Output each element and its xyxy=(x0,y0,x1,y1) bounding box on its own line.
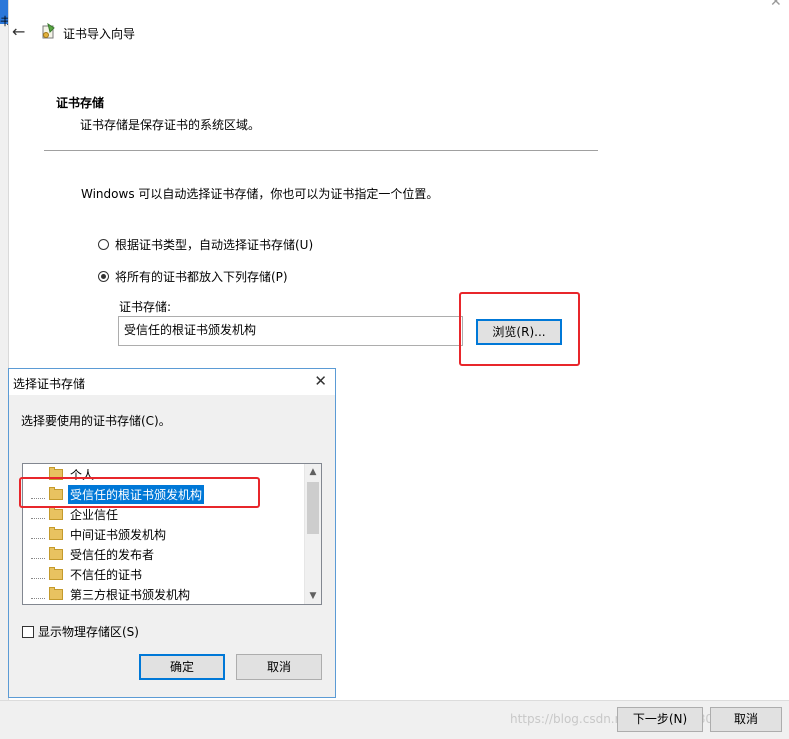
folder-icon xyxy=(49,526,63,540)
tree-connector xyxy=(31,549,45,559)
tree-item-intermediate-ca[interactable]: 中间证书颁发机构 xyxy=(23,524,168,544)
radio-auto-indicator[interactable] xyxy=(98,239,109,250)
folder-icon xyxy=(49,546,63,560)
highlight-box-browse xyxy=(459,292,580,366)
highlight-box-selected-store xyxy=(19,477,260,508)
store-field-label: 证书存储: xyxy=(119,300,172,314)
back-arrow-icon[interactable]: ← xyxy=(12,22,25,41)
folder-icon xyxy=(49,506,63,520)
select-store-dialog: 选择证书存储 ✕ 选择要使用的证书存储(C)。 个人 受信任的根证书颁发机构 企… xyxy=(8,368,336,698)
wizard-cancel-button[interactable]: 取消 xyxy=(710,707,782,732)
background-window-text: 书 xyxy=(0,15,8,28)
tree-item-label: 中间证书颁发机构 xyxy=(70,527,167,542)
show-physical-checkbox[interactable] xyxy=(22,625,34,638)
tree-connector xyxy=(31,509,45,519)
radio-manual-label: 将所有的证书都放入下列存储(P) xyxy=(115,270,288,284)
tree-connector xyxy=(31,569,45,579)
tree-item-label: 第三方根证书颁发机构 xyxy=(70,587,191,602)
show-physical-stores[interactable]: 显示物理存储区(S) xyxy=(22,623,139,640)
certificate-wizard-icon xyxy=(42,22,55,39)
tree-item-label: 受信任的发布者 xyxy=(70,547,155,562)
certificate-store-field[interactable]: 受信任的根证书颁发机构 xyxy=(118,316,463,346)
scroll-up-icon[interactable]: ▲ xyxy=(305,464,321,480)
wizard-title: 证书导入向导 xyxy=(63,27,136,41)
show-physical-label: 显示物理存储区(S) xyxy=(38,625,139,639)
tree-item-label: 不信任的证书 xyxy=(70,567,143,582)
radio-auto-label: 根据证书类型，自动选择证书存储(U) xyxy=(115,238,314,252)
folder-icon xyxy=(49,566,63,580)
intro-text: Windows 可以自动选择证书存储，你也可以为证书指定一个位置。 xyxy=(81,187,439,201)
section-title: 证书存储 xyxy=(56,96,105,110)
dialog-cancel-button[interactable]: 取消 xyxy=(236,654,322,680)
radio-auto-select[interactable]: 根据证书类型，自动选择证书存储(U) xyxy=(98,236,313,253)
radio-manual-store[interactable]: 将所有的证书都放入下列存储(P) xyxy=(98,268,288,285)
section-divider xyxy=(44,150,598,151)
tree-item-untrusted[interactable]: 不信任的证书 xyxy=(23,564,144,584)
window-close-icon[interactable]: ✕ xyxy=(770,0,782,10)
tree-item-third-party-root[interactable]: 第三方根证书颁发机构 xyxy=(23,584,192,604)
tree-connector xyxy=(31,589,45,599)
dialog-title: 选择证书存储 xyxy=(13,377,86,391)
tree-scrollbar[interactable]: ▲ ▼ xyxy=(304,464,321,604)
dialog-prompt: 选择要使用的证书存储(C)。 xyxy=(21,414,171,428)
next-button[interactable]: 下一步(N) xyxy=(617,707,703,732)
scroll-down-icon[interactable]: ▼ xyxy=(305,588,321,604)
scroll-thumb[interactable] xyxy=(307,482,319,534)
tree-item-trusted-publishers[interactable]: 受信任的发布者 xyxy=(23,544,156,564)
tree-connector xyxy=(31,529,45,539)
dialog-ok-button[interactable]: 确定 xyxy=(139,654,225,680)
section-description: 证书存储是保存证书的系统区域。 xyxy=(80,118,261,132)
dialog-titlebar: 选择证书存储 ✕ xyxy=(9,369,335,395)
dialog-close-icon[interactable]: ✕ xyxy=(314,372,327,390)
radio-manual-indicator[interactable] xyxy=(98,271,109,282)
folder-icon xyxy=(49,586,63,600)
